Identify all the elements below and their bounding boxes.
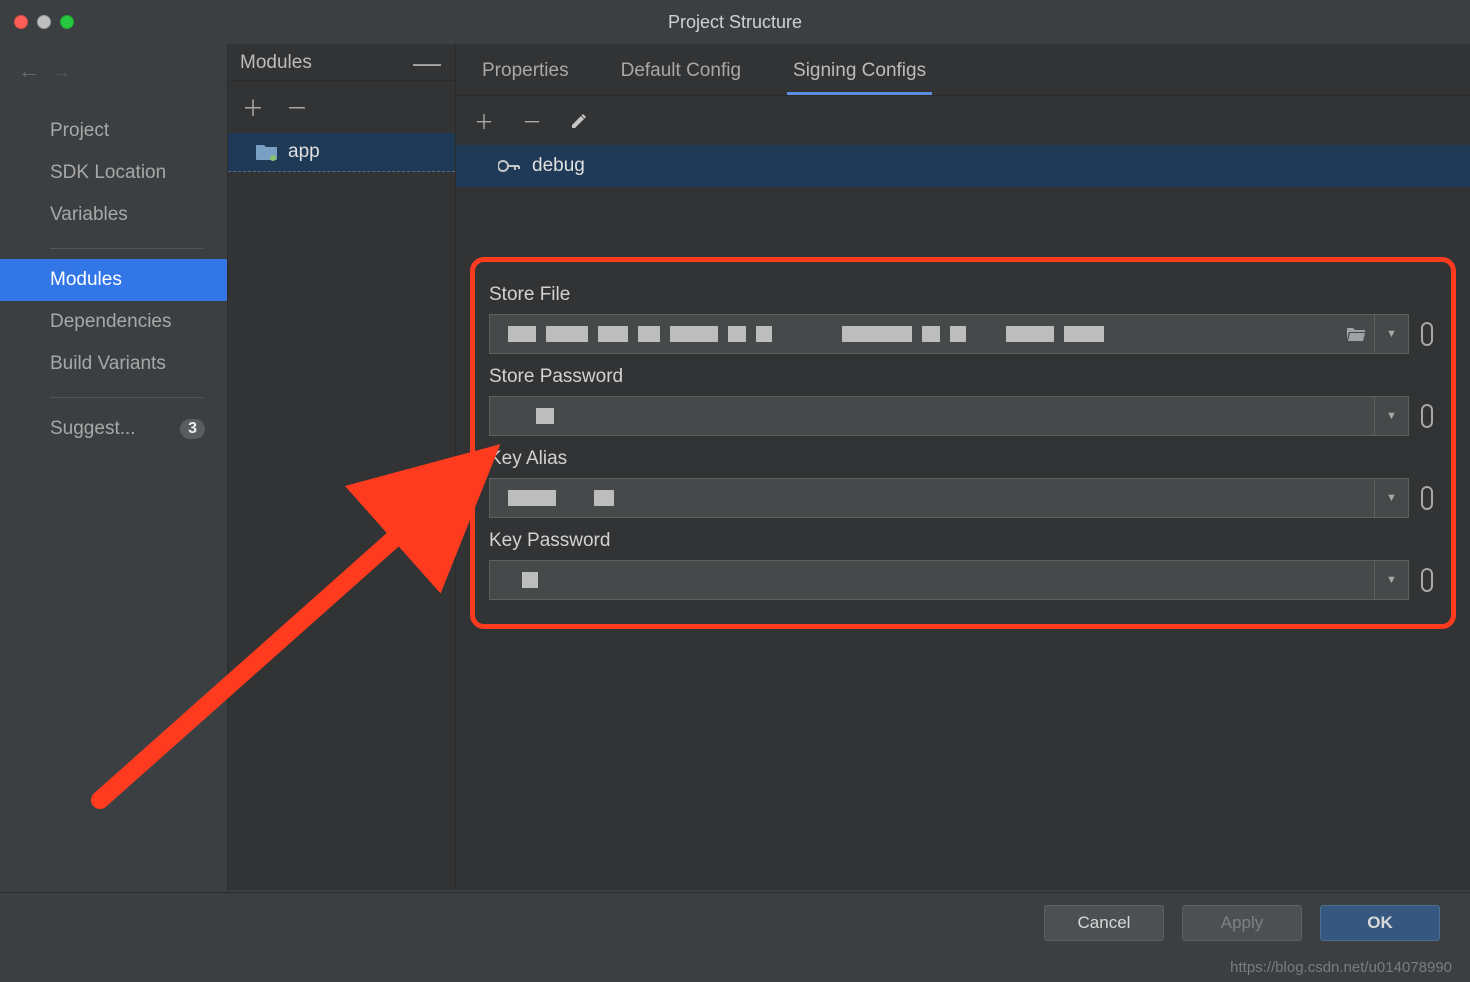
tab-properties[interactable]: Properties <box>476 50 575 95</box>
edit-config-icon[interactable] <box>570 112 588 130</box>
key-alias-field[interactable]: ▼ <box>489 478 1409 518</box>
modules-panel: Modules — ＋ － app <box>228 44 456 890</box>
suggestions-badge: 3 <box>180 419 205 439</box>
titlebar: Project Structure <box>0 0 1470 44</box>
tab-label: Properties <box>482 60 569 81</box>
tab-default-config[interactable]: Default Config <box>615 50 747 95</box>
module-item-label: app <box>288 141 320 163</box>
add-config-icon[interactable]: ＋ <box>474 106 494 135</box>
key-alias-redacted-value <box>508 490 614 506</box>
module-folder-icon <box>256 143 278 161</box>
sidebar-divider <box>50 397 203 398</box>
sidebar-item-dependencies[interactable]: Dependencies <box>0 301 227 343</box>
key-icon <box>498 159 520 173</box>
chevron-down-icon[interactable]: ▼ <box>1374 315 1408 353</box>
sidebar-item-sdk-location[interactable]: SDK Location <box>0 152 227 194</box>
chevron-down-icon[interactable]: ▼ <box>1374 561 1408 599</box>
sidebar-item-suggestions[interactable]: Suggest... 3 <box>0 408 227 450</box>
window-title: Project Structure <box>0 12 1470 33</box>
key-alias-label: Key Alias <box>489 448 1433 470</box>
tab-label: Signing Configs <box>793 60 926 81</box>
sidebar-item-label: Build Variants <box>50 353 166 375</box>
sidebar-item-variables[interactable]: Variables <box>0 194 227 236</box>
apply-button-label: Apply <box>1221 913 1264 933</box>
sidebar-item-label: SDK Location <box>50 162 166 184</box>
sidebar-item-modules[interactable]: Modules <box>0 259 227 301</box>
variable-indicator-icon[interactable] <box>1421 486 1433 510</box>
sidebar-divider <box>50 248 203 249</box>
store-file-field[interactable]: ▼ <box>489 314 1409 354</box>
sidebar-item-label: Variables <box>50 204 128 226</box>
tab-label: Default Config <box>621 60 741 81</box>
variable-indicator-icon[interactable] <box>1421 404 1433 428</box>
chevron-down-icon[interactable]: ▼ <box>1374 397 1408 435</box>
forward-arrow-icon[interactable]: → <box>50 58 72 84</box>
cancel-button-label: Cancel <box>1078 913 1131 933</box>
modules-panel-title: Modules <box>240 52 312 74</box>
highlight-annotation: Store File <box>470 257 1456 629</box>
sidebar: ← → Project SDK Location Variables Modul… <box>0 44 228 890</box>
apply-button[interactable]: Apply <box>1182 905 1302 941</box>
collapse-icon[interactable]: — <box>413 57 441 69</box>
sidebar-item-build-variants[interactable]: Build Variants <box>0 343 227 385</box>
chevron-down-icon[interactable]: ▼ <box>1374 479 1408 517</box>
config-item-debug[interactable]: debug <box>456 145 1470 187</box>
remove-module-icon[interactable]: － <box>286 91 308 123</box>
ok-button[interactable]: OK <box>1320 905 1440 941</box>
store-file-redacted-value <box>508 326 1104 342</box>
tab-signing-configs[interactable]: Signing Configs <box>787 50 932 95</box>
back-arrow-icon[interactable]: ← <box>18 58 40 84</box>
variable-indicator-icon[interactable] <box>1421 322 1433 346</box>
add-module-icon[interactable]: ＋ <box>242 91 264 123</box>
config-item-label: debug <box>532 155 585 177</box>
sidebar-item-label: Suggest... <box>50 418 136 440</box>
main-panel: Properties Default Config Signing Config… <box>456 44 1470 890</box>
cancel-button[interactable]: Cancel <box>1044 905 1164 941</box>
sidebar-item-label: Modules <box>50 269 122 291</box>
store-password-label: Store Password <box>489 366 1433 388</box>
dialog-footer: Cancel Apply OK <box>0 892 1470 952</box>
store-password-redacted-value <box>508 408 554 424</box>
store-file-label: Store File <box>489 284 1433 306</box>
ok-button-label: OK <box>1367 913 1393 933</box>
key-password-label: Key Password <box>489 530 1433 552</box>
variable-indicator-icon[interactable] <box>1421 568 1433 592</box>
watermark: https://blog.csdn.net/u014078990 <box>1230 959 1452 976</box>
sidebar-item-label: Project <box>50 120 109 142</box>
key-password-field[interactable]: ▼ <box>489 560 1409 600</box>
remove-config-icon[interactable]: － <box>522 106 542 135</box>
store-password-field[interactable]: ▼ <box>489 396 1409 436</box>
sidebar-item-label: Dependencies <box>50 311 171 333</box>
key-password-redacted-value <box>508 572 538 588</box>
module-item-app[interactable]: app <box>228 133 455 172</box>
open-folder-icon[interactable] <box>1338 326 1366 342</box>
sidebar-item-project[interactable]: Project <box>0 110 227 152</box>
